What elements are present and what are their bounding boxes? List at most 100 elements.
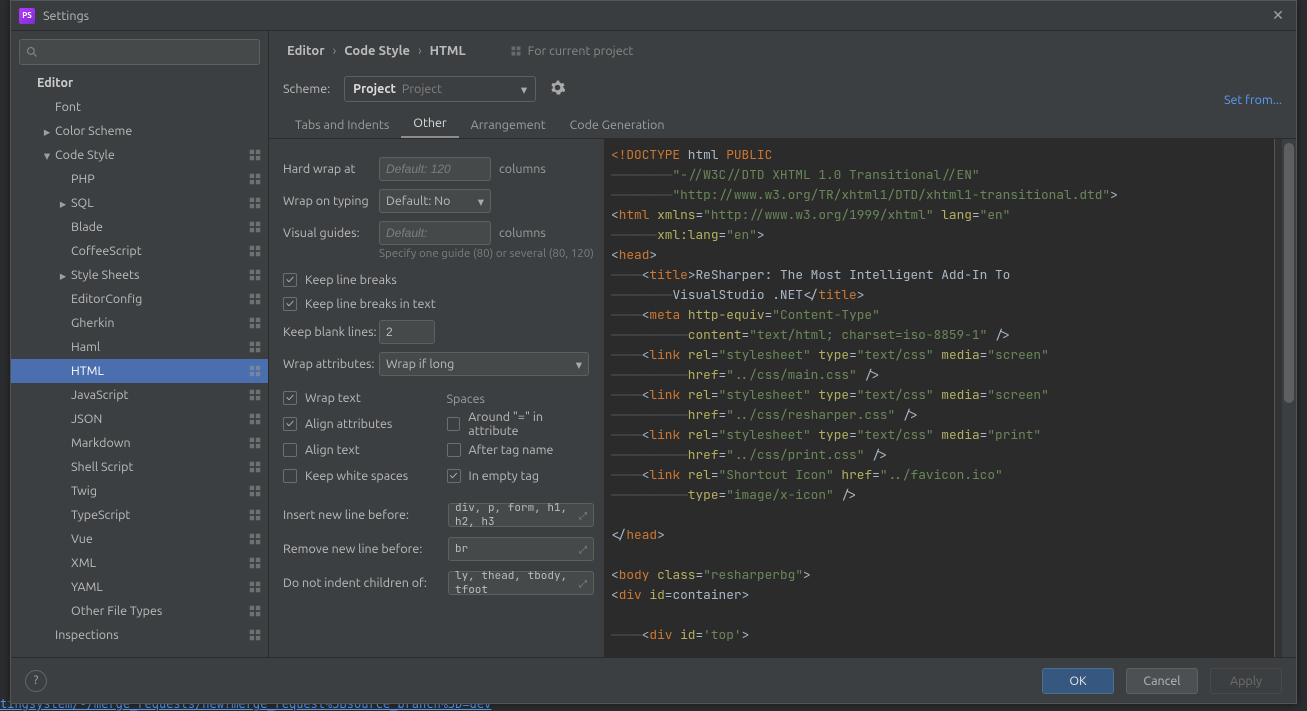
tree-item-javascript[interactable]: JavaScript <box>11 383 268 407</box>
hard-wrap-input[interactable] <box>379 157 491 181</box>
columns-label: columns <box>499 162 546 176</box>
around-eq-checkbox[interactable] <box>447 417 461 431</box>
tree-item-code-style[interactable]: ▾Code Style <box>11 143 268 167</box>
project-scope-icon <box>248 220 262 234</box>
tree-item-style-sheets[interactable]: ▸Style Sheets <box>11 263 268 287</box>
tree-item-blade[interactable]: Blade <box>11 215 268 239</box>
titlebar: PS Settings ✕ <box>11 1 1296 31</box>
scheme-settings-gear[interactable] <box>550 80 565 98</box>
insert-before-input[interactable]: div, p, form, h1, h2, h3⤢ <box>448 503 594 527</box>
tree-item-label: HTML <box>71 364 242 378</box>
scheme-combobox[interactable]: Project Project ▾ <box>344 76 536 102</box>
tree-item-font[interactable]: Font <box>11 95 268 119</box>
tree-item-twig[interactable]: Twig <box>11 479 268 503</box>
keep-blank-label: Keep blank lines: <box>283 325 379 339</box>
project-scope-icon <box>248 196 262 210</box>
no-indent-input[interactable]: ly, thead, tbody, tfoot⤢ <box>448 571 594 595</box>
tab-code-generation[interactable]: Code Generation <box>558 112 677 138</box>
remove-before-input[interactable]: br⤢ <box>448 537 594 561</box>
tree-item-color-scheme[interactable]: ▸Color Scheme <box>11 119 268 143</box>
wrap-typing-dropdown[interactable]: Default: No▾ <box>379 189 491 213</box>
tree-item-sql[interactable]: ▸SQL <box>11 191 268 215</box>
align-text-row[interactable]: Align text <box>283 438 431 462</box>
tree-item-vue[interactable]: Vue <box>11 527 268 551</box>
code-area: <!DOCTYPE html PUBLIC————————"-//W3C//DT… <box>605 139 1274 657</box>
wrap-text-row[interactable]: Wrap text <box>283 386 431 410</box>
tree-item-yaml[interactable]: YAML <box>11 575 268 599</box>
main-pane: Editor › Code Style › HTML For current p… <box>269 31 1296 657</box>
tree-item-markdown[interactable]: Markdown <box>11 431 268 455</box>
expand-icon[interactable]: ⤢ <box>579 509 587 522</box>
align-attrs-row[interactable]: Align attributes <box>283 412 431 436</box>
visual-guides-hint: Specify one guide (80) or several (80, 1… <box>379 247 594 260</box>
tree-item-typescript[interactable]: TypeScript <box>11 503 268 527</box>
keep-white-checkbox[interactable] <box>283 469 297 483</box>
tree-item-haml[interactable]: Haml <box>11 335 268 359</box>
project-scope-icon <box>248 316 262 330</box>
help-button[interactable]: ? <box>25 670 47 692</box>
tree-item-coffeescript[interactable]: CoffeeScript <box>11 239 268 263</box>
tree-item-label: JavaScript <box>71 388 242 402</box>
cancel-button[interactable]: Cancel <box>1126 668 1198 694</box>
tree-item-label: PHP <box>71 172 242 186</box>
close-button[interactable]: ✕ <box>1268 6 1288 26</box>
insert-before-label: Insert new line before: <box>283 508 448 522</box>
preview-scrollbar[interactable] <box>1282 139 1296 657</box>
project-scope-icon <box>248 364 262 378</box>
tree-item-json[interactable]: JSON <box>11 407 268 431</box>
tree-item-label: Haml <box>71 340 242 354</box>
keep-blank-input[interactable] <box>379 320 435 344</box>
search-input[interactable] <box>42 45 253 59</box>
tree-header-editor[interactable]: Editor <box>11 71 268 95</box>
project-scope-icon <box>248 172 262 186</box>
keep-line-breaks-text-row[interactable]: Keep line breaks in text <box>283 292 594 316</box>
in-empty-checkbox[interactable] <box>447 469 461 483</box>
columns-label: columns <box>499 226 546 240</box>
tree-item-label: Vue <box>71 532 242 546</box>
chevron-right-icon: ▸ <box>41 125 53 137</box>
tab-other[interactable]: Other <box>401 110 458 138</box>
tab-tabs-and-indents[interactable]: Tabs and Indents <box>283 112 401 138</box>
align-attrs-checkbox[interactable] <box>283 417 297 431</box>
keep-line-breaks-row[interactable]: Keep line breaks <box>283 268 594 292</box>
code-preview: <!DOCTYPE html PUBLIC————————"-//W3C//DT… <box>605 139 1296 657</box>
set-from-link[interactable]: Set from... <box>1224 93 1282 107</box>
chevron-down-icon: ▾ <box>41 149 53 161</box>
after-tag-row[interactable]: After tag name <box>447 438 595 462</box>
breadcrumb-c: HTML <box>426 44 470 58</box>
expand-icon[interactable]: ⤢ <box>579 543 587 556</box>
expand-icon[interactable]: ⤢ <box>579 577 587 590</box>
visual-guides-input[interactable] <box>379 221 491 245</box>
settings-window: PS Settings ✕ Editor Font▸Color Scheme▾C… <box>10 0 1297 704</box>
tree-item-html[interactable]: HTML <box>11 359 268 383</box>
app-icon: PS <box>19 8 35 24</box>
apply-button[interactable]: Apply <box>1210 668 1282 694</box>
in-empty-row[interactable]: In empty tag <box>447 464 595 488</box>
tree-item-label: YAML <box>71 580 242 594</box>
settings-tree[interactable]: Editor Font▸Color Scheme▾Code StylePHP▸S… <box>11 71 268 657</box>
ok-button[interactable]: OK <box>1042 668 1114 694</box>
keep-line-breaks-text-checkbox[interactable] <box>283 297 297 311</box>
wrap-attrs-dropdown[interactable]: Wrap if long▾ <box>379 352 589 376</box>
align-text-checkbox[interactable] <box>283 443 297 457</box>
gear-icon <box>550 80 565 95</box>
tab-arrangement[interactable]: Arrangement <box>459 112 558 138</box>
after-tag-checkbox[interactable] <box>447 443 461 457</box>
tree-item-shell-script[interactable]: Shell Script <box>11 455 268 479</box>
tree-item-label: CoffeeScript <box>71 244 242 258</box>
tree-item-editorconfig[interactable]: EditorConfig <box>11 287 268 311</box>
around-eq-row[interactable]: Around "=" in attribute <box>447 412 595 436</box>
search-box[interactable] <box>19 39 260 65</box>
tree-item-gherkin[interactable]: Gherkin <box>11 311 268 335</box>
tree-item-php[interactable]: PHP <box>11 167 268 191</box>
tree-item-other-file-types[interactable]: Other File Types <box>11 599 268 623</box>
tree-item-inspections[interactable]: Inspections <box>11 623 268 647</box>
tree-item-xml[interactable]: XML <box>11 551 268 575</box>
tree-item-label: Color Scheme <box>55 124 262 138</box>
project-scope-icon <box>248 580 262 594</box>
keep-white-row[interactable]: Keep white spaces <box>283 464 431 488</box>
project-scope-icon <box>248 436 262 450</box>
scrollbar-thumb[interactable] <box>1284 143 1294 403</box>
wrap-text-checkbox[interactable] <box>283 391 297 405</box>
keep-line-breaks-checkbox[interactable] <box>283 273 297 287</box>
